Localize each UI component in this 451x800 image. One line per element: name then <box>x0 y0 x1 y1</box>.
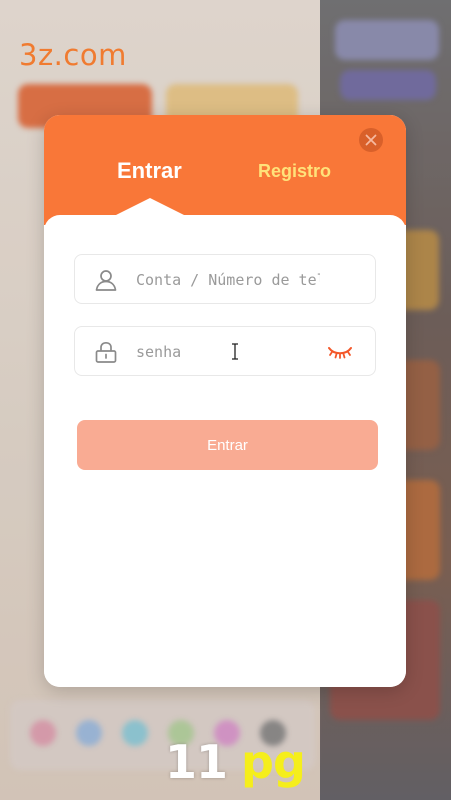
watermark-number: 11 <box>165 735 228 789</box>
account-input[interactable] <box>136 269 320 291</box>
login-submit-button[interactable]: Entrar <box>77 420 378 470</box>
close-icon <box>365 134 377 146</box>
modal-header: Entrar Registro <box>44 115 406 225</box>
eye-closed-icon[interactable] <box>327 344 353 360</box>
watermark: 11 pg <box>165 735 306 789</box>
watermark-unit: pg <box>241 735 306 789</box>
screen: 3z.com Entrar Registro Conta / Número de… <box>0 0 451 800</box>
active-tab-indicator <box>114 198 186 216</box>
lock-icon <box>95 341 117 363</box>
text-cursor-icon <box>232 343 238 360</box>
close-button[interactable] <box>359 128 383 152</box>
login-modal: Entrar Registro Conta / Número de telefo… <box>44 115 406 687</box>
user-icon <box>95 270 117 291</box>
account-field[interactable] <box>74 254 376 304</box>
tab-login[interactable]: Entrar <box>117 158 182 184</box>
tab-register[interactable]: Registro <box>258 161 331 182</box>
password-input[interactable] <box>136 341 320 363</box>
password-field[interactable] <box>74 326 376 376</box>
brand-logo: 3z.com <box>19 38 127 72</box>
